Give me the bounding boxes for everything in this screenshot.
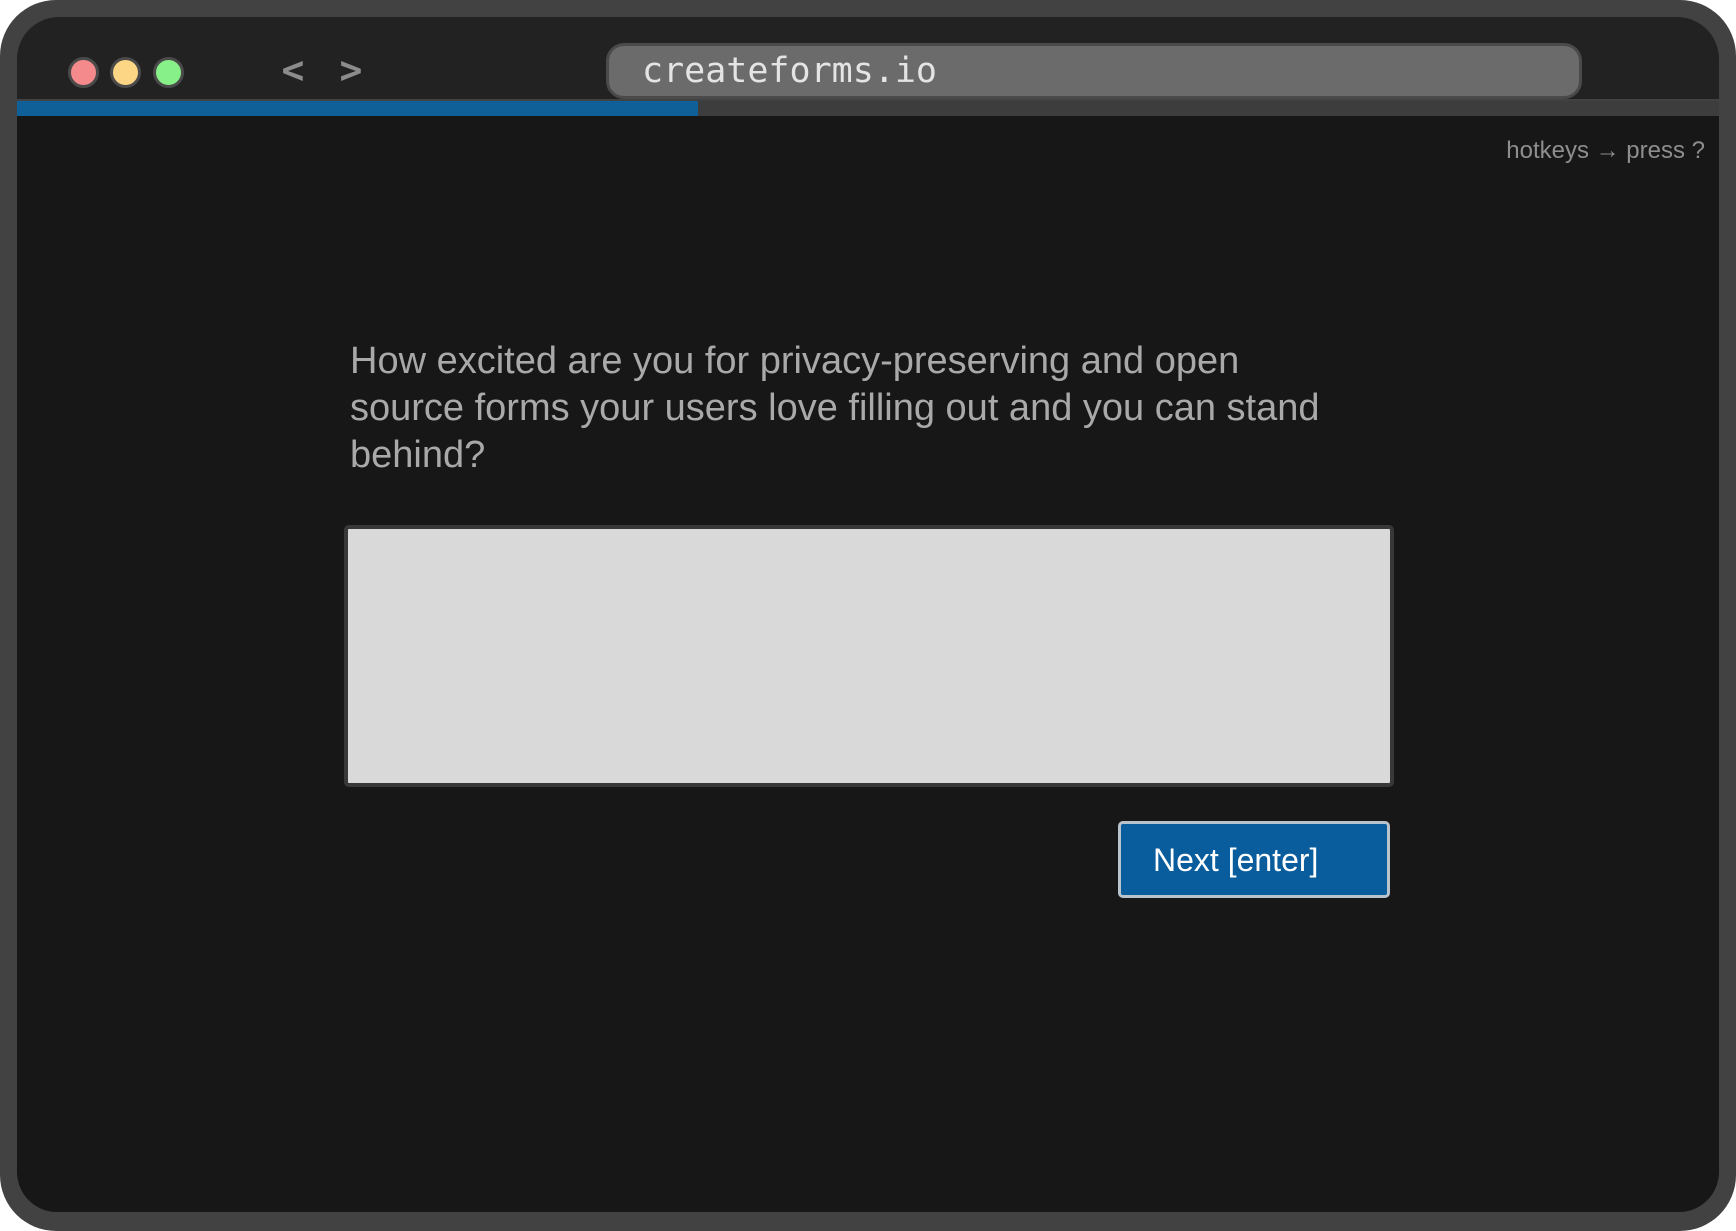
answer-textarea[interactable]: [344, 525, 1394, 787]
form-progress-fill: [17, 101, 698, 116]
address-bar[interactable]: createforms.io: [606, 43, 1582, 99]
browser-titlebar: < > createforms.io: [17, 17, 1719, 99]
hotkeys-hint: hotkeys → press ?: [1506, 137, 1705, 164]
form-page: hotkeys → press ? How excited are you fo…: [17, 116, 1719, 1212]
question-text: How excited are you for privacy-preservi…: [350, 340, 1320, 476]
forward-arrow-icon[interactable]: >: [331, 45, 371, 95]
back-arrow-icon[interactable]: <: [273, 45, 313, 95]
form-progress-bar: [17, 101, 1719, 116]
close-window-icon[interactable]: [68, 57, 99, 88]
minimize-window-icon[interactable]: [110, 57, 141, 88]
browser-window: < > createforms.io hotkeys → press ? How…: [0, 0, 1736, 1231]
maximize-window-icon[interactable]: [153, 57, 184, 88]
next-button[interactable]: Next [enter]: [1118, 821, 1390, 898]
